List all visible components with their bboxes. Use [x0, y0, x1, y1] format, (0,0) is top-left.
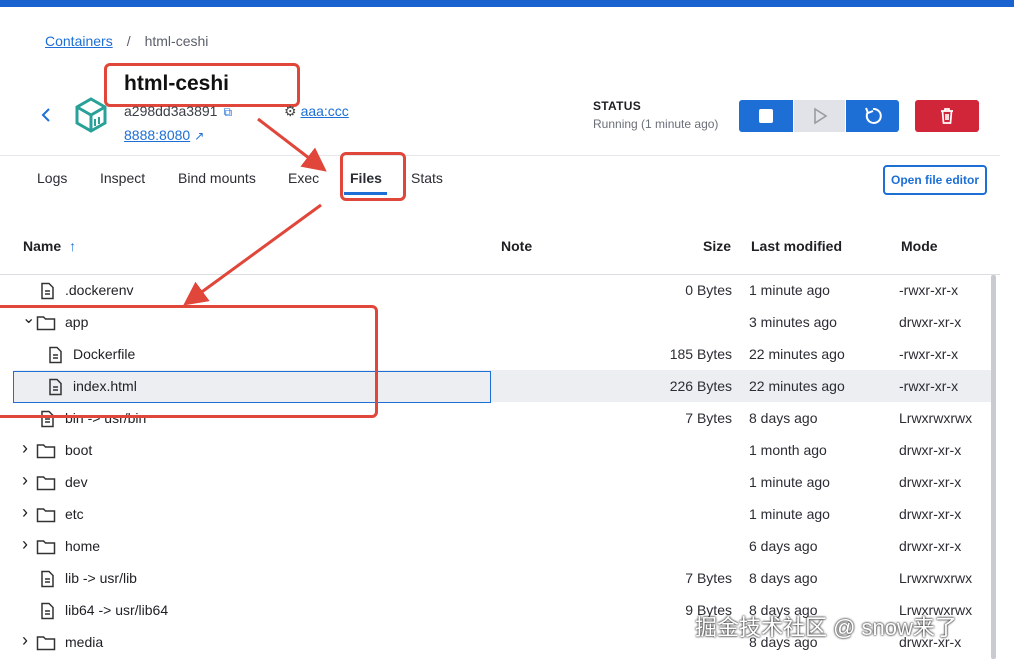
watermark: 掘金技术社区 @ snow来了: [695, 615, 957, 640]
annotation-arrows: [183, 117, 327, 306]
arrow-files-to-app: [183, 203, 322, 306]
arrow-title-to-files: [257, 117, 327, 172]
